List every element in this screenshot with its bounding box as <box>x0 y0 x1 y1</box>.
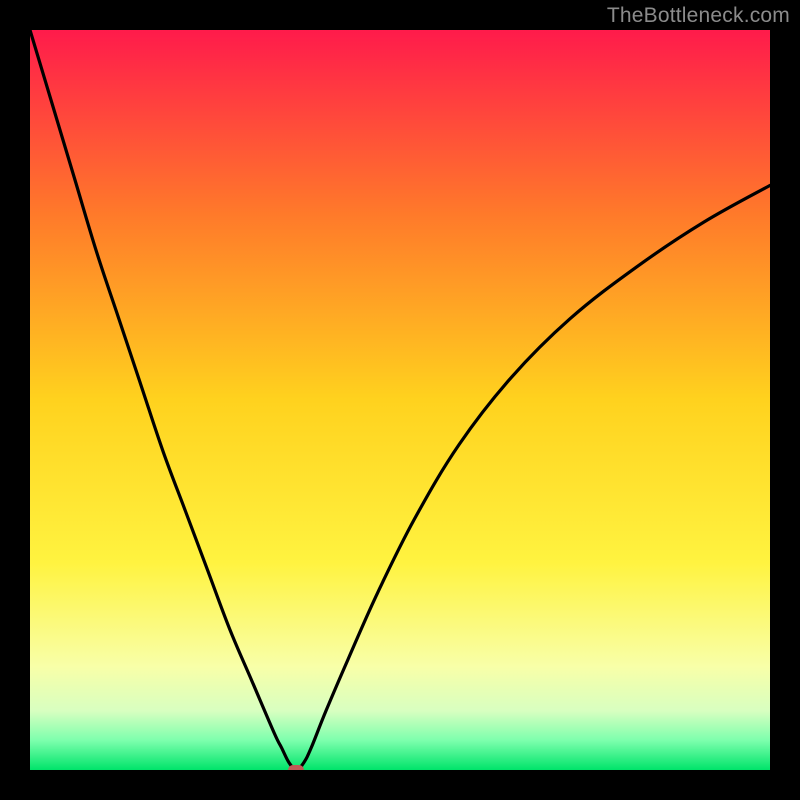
plot-area <box>30 30 770 770</box>
chart-frame: TheBottleneck.com <box>0 0 800 800</box>
min-point-marker <box>288 765 304 770</box>
watermark-text: TheBottleneck.com <box>607 4 790 28</box>
bottleneck-curve <box>30 30 770 770</box>
